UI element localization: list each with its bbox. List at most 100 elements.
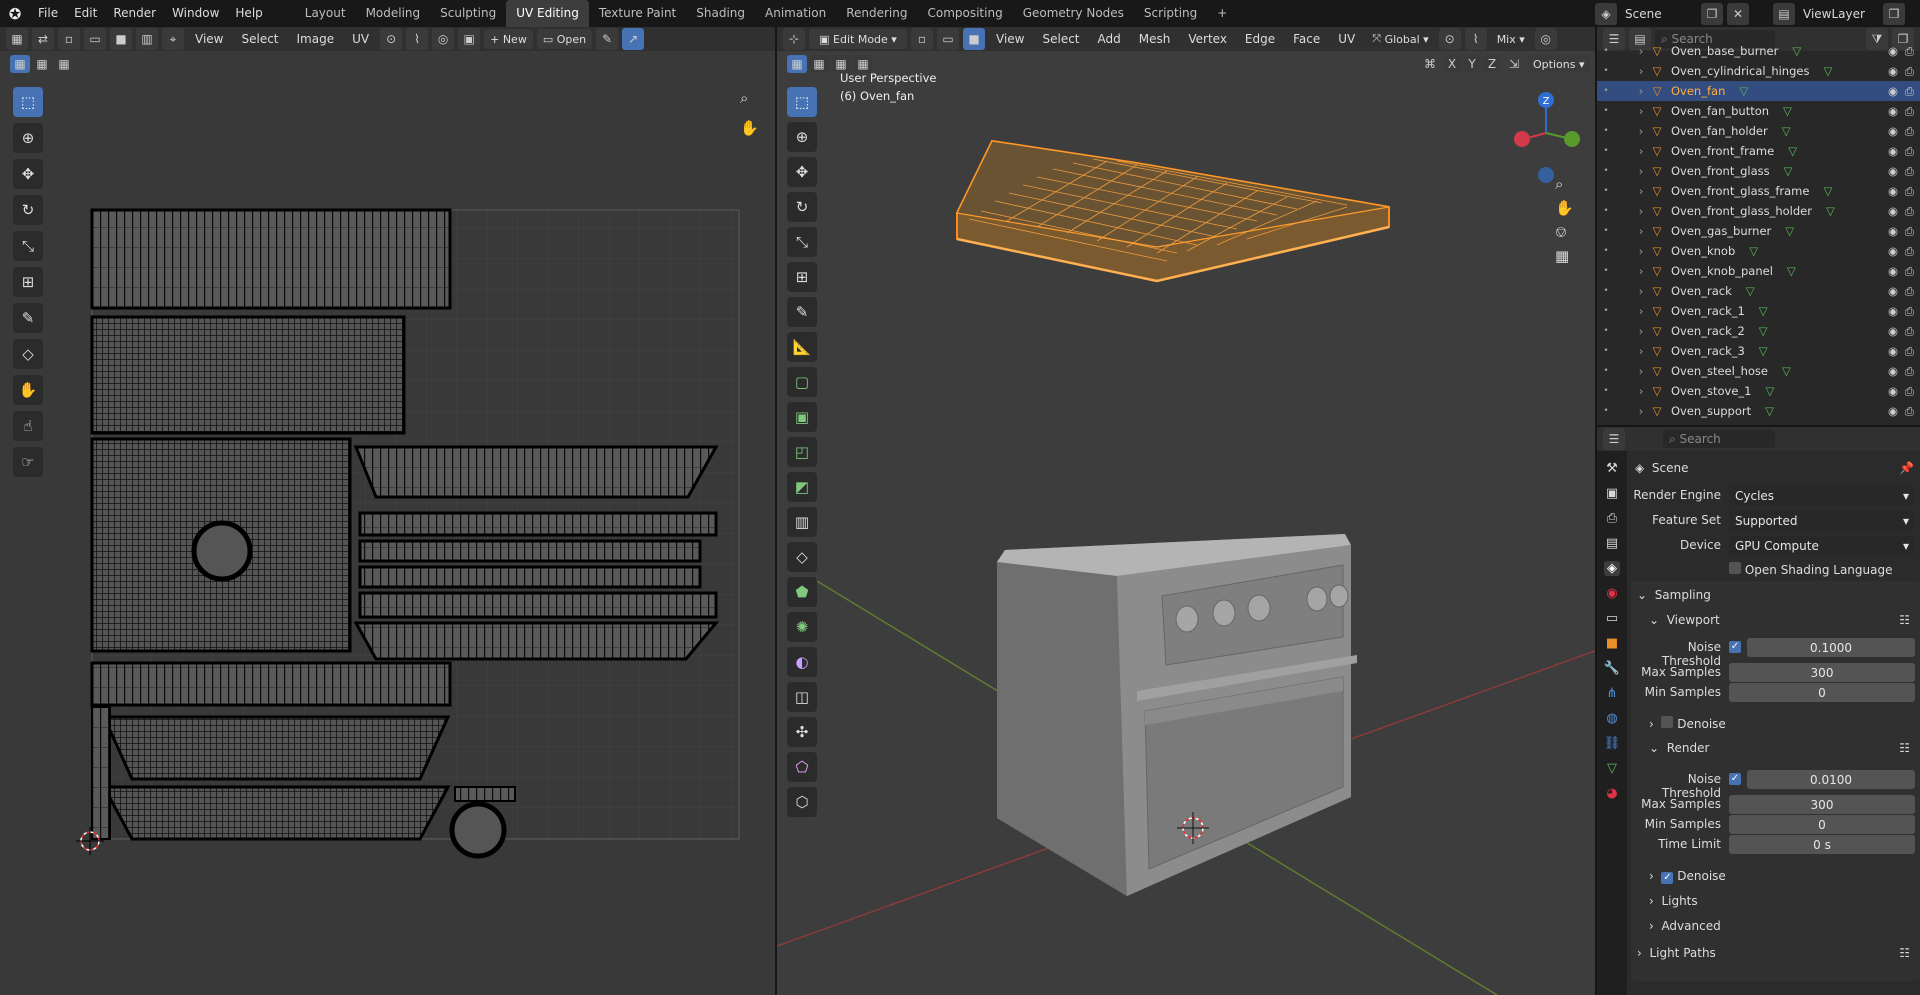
r-denoise-checkbox[interactable]: ✓ — [1661, 872, 1674, 884]
outliner-item[interactable]: • › ▽ Oven_knob_panel ▽ ◉ ⎙ — [1597, 261, 1920, 281]
tab-scripting[interactable]: Scripting — [1134, 0, 1207, 27]
menu-file[interactable]: File — [30, 0, 66, 27]
viewport-menu-uv[interactable]: UV — [1331, 32, 1362, 46]
properties-search-input[interactable]: ⌕ Search — [1663, 430, 1775, 448]
light-paths-panel-header[interactable]: › Light Paths — [1637, 946, 1716, 960]
outliner-item[interactable]: • › ▽ Oven_rack ▽ ◉ ⎙ — [1597, 281, 1920, 301]
r-noise-threshold-field[interactable]: 0.0100 — [1747, 770, 1915, 789]
expand-arrow-icon[interactable]: › — [1633, 144, 1649, 158]
device-dropdown[interactable]: GPU Compute ▾ — [1729, 536, 1915, 555]
overlay-mix-dropdown[interactable]: Mix ▾ — [1491, 29, 1531, 49]
new-view-layer-icon[interactable]: ❐ — [1883, 3, 1905, 25]
eye-icon[interactable]: ◉ — [1888, 44, 1898, 58]
vp-denoise-subpanel[interactable]: › Denoise — [1649, 716, 1726, 731]
mesh-data-icon[interactable]: ▽ — [1784, 164, 1793, 178]
select-box-tool-icon[interactable]: ⬚ — [13, 87, 43, 117]
tab-shading[interactable]: Shading — [686, 0, 755, 27]
vp-max-samples-field[interactable]: 300 — [1729, 663, 1915, 682]
tab-sculpting[interactable]: Sculpting — [430, 0, 506, 27]
sticky-select-icon[interactable]: ⌖ — [162, 28, 184, 50]
viewport-menu-add[interactable]: Add — [1091, 32, 1128, 46]
viewport-editor-type-icon[interactable]: ⊹ — [783, 28, 805, 50]
tab-layout[interactable]: Layout — [295, 0, 356, 27]
viewport-menu-face[interactable]: Face — [1286, 32, 1327, 46]
view-layer-icon[interactable]: ▤ — [1773, 3, 1795, 25]
camera-icon[interactable]: ⎙ — [1905, 144, 1914, 159]
relax-tool-icon[interactable]: ☝ — [13, 411, 43, 441]
vertex-select-icon[interactable]: ▫ — [58, 28, 80, 50]
pan-icon[interactable]: ✋ — [740, 119, 759, 137]
expand-arrow-icon[interactable]: › — [1633, 244, 1649, 258]
properties-editor-type-icon[interactable]: ☰ — [1603, 428, 1625, 450]
mesh-data-icon[interactable]: ▽ — [1782, 124, 1791, 138]
expand-arrow-icon[interactable]: › — [1633, 184, 1649, 198]
tab-rendering[interactable]: Rendering — [836, 0, 917, 27]
viewport-menu-select[interactable]: Select — [1035, 32, 1086, 46]
feature-set-dropdown[interactable]: Supported ▾ — [1729, 511, 1915, 530]
vp-zoom-icon[interactable]: ⌕ — [1555, 175, 1574, 193]
uv-menu-image[interactable]: Image — [290, 32, 342, 46]
outliner-item[interactable]: • › ▽ Oven_base_burner ▽ ◉ ⎙ — [1597, 41, 1920, 61]
add-workspace-button[interactable]: + — [1207, 0, 1237, 27]
camera-icon[interactable]: ⎙ — [1905, 244, 1914, 259]
uv-canvas[interactable] — [60, 167, 760, 867]
mesh-data-icon[interactable]: ▽ — [1823, 184, 1832, 198]
expand-arrow-icon[interactable]: › — [1633, 104, 1649, 118]
snap-toggle-icon[interactable]: ⌇ — [1464, 28, 1487, 50]
expand-arrow-icon[interactable]: › — [1633, 344, 1649, 358]
render-presets-icon[interactable]: ☷ — [1899, 741, 1910, 755]
camera-icon[interactable]: ⎙ — [1905, 304, 1914, 319]
lights-subpanel[interactable]: › Lights — [1649, 894, 1698, 908]
camera-icon[interactable]: ⎙ — [1905, 364, 1914, 379]
mesh-data-icon[interactable]: ▽ — [1783, 104, 1792, 118]
render-subpanel-header[interactable]: ⌄ Render — [1649, 741, 1709, 755]
proportional-edit-icon[interactable]: ◎ — [1534, 28, 1557, 50]
edge-select-icon[interactable]: ▭ — [84, 28, 106, 50]
pinch-tool-icon[interactable]: ☞ — [13, 447, 43, 477]
eye-icon[interactable]: ◉ — [1888, 64, 1898, 78]
outliner-item[interactable]: • › ▽ Oven_knob ▽ ◉ ⎙ — [1597, 241, 1920, 261]
eye-icon[interactable]: ◉ — [1888, 124, 1898, 138]
expand-arrow-icon[interactable]: › — [1633, 164, 1649, 178]
island-select-icon[interactable]: ▥ — [136, 28, 158, 50]
scene-tab-icon[interactable]: ◈ — [1604, 561, 1620, 576]
camera-icon[interactable]: ⎙ — [1905, 104, 1914, 119]
mesh-data-icon[interactable]: ▽ — [1759, 324, 1768, 338]
gizmo-toggle-icon[interactable]: ↗ — [622, 28, 645, 50]
eye-icon[interactable]: ◉ — [1888, 364, 1898, 378]
rip-tool-icon[interactable]: ◇ — [13, 339, 43, 369]
eye-icon[interactable]: ◉ — [1888, 204, 1898, 218]
edge-mode-icon[interactable]: ▭ — [937, 28, 959, 50]
eye-icon[interactable]: ◉ — [1888, 304, 1898, 318]
vp-denoise-checkbox[interactable] — [1661, 716, 1674, 728]
mesh-data-icon[interactable]: ▽ — [1785, 224, 1794, 238]
camera-icon[interactable]: ⎙ — [1905, 164, 1914, 179]
mesh-data-icon[interactable]: ▽ — [1765, 384, 1774, 398]
menu-edit[interactable]: Edit — [66, 0, 105, 27]
viewport-subpanel-header[interactable]: ⌄ Viewport — [1649, 613, 1720, 627]
mesh-data-icon[interactable]: ▽ — [1759, 304, 1768, 318]
transform-tool-icon[interactable]: ⊞ — [13, 267, 43, 297]
viewport-menu-mesh[interactable]: Mesh — [1132, 32, 1178, 46]
eye-icon[interactable]: ◉ — [1888, 224, 1898, 238]
camera-icon[interactable]: ⎙ — [1905, 404, 1914, 419]
viewport-menu-vertex[interactable]: Vertex — [1181, 32, 1234, 46]
light-paths-presets-icon[interactable]: ☷ — [1899, 946, 1910, 960]
collection-tab-icon[interactable]: ▭ — [1606, 611, 1618, 626]
outliner-item[interactable]: • › ▽ Oven_steel_hose ▽ ◉ ⎙ — [1597, 361, 1920, 381]
tab-compositing[interactable]: Compositing — [917, 0, 1012, 27]
select-extend-icon[interactable]: ▦ — [32, 55, 52, 73]
object-tab-icon[interactable]: ■ — [1606, 636, 1618, 651]
r-max-samples-field[interactable]: 300 — [1729, 795, 1915, 814]
transform-orientation-dropdown[interactable]: ⤧ Global ▾ — [1366, 29, 1434, 49]
vp-ortho-grid-icon[interactable]: ▦ — [1555, 247, 1574, 265]
sampling-panel-header[interactable]: ⌄ Sampling — [1637, 588, 1711, 602]
mesh-data-icon[interactable]: ▽ — [1792, 44, 1801, 58]
mesh-data-icon[interactable]: ▽ — [1823, 64, 1832, 78]
particles-tab-icon[interactable]: ⋔ — [1607, 686, 1618, 701]
eye-icon[interactable]: ◉ — [1888, 324, 1898, 338]
mesh-data-icon[interactable]: ▽ — [1787, 264, 1796, 278]
tool-tab-icon[interactable]: ⚒ — [1606, 461, 1618, 476]
outliner-item[interactable]: • › ▽ Oven_front_glass_holder ▽ ◉ ⎙ — [1597, 201, 1920, 221]
eye-icon[interactable]: ◉ — [1888, 284, 1898, 298]
